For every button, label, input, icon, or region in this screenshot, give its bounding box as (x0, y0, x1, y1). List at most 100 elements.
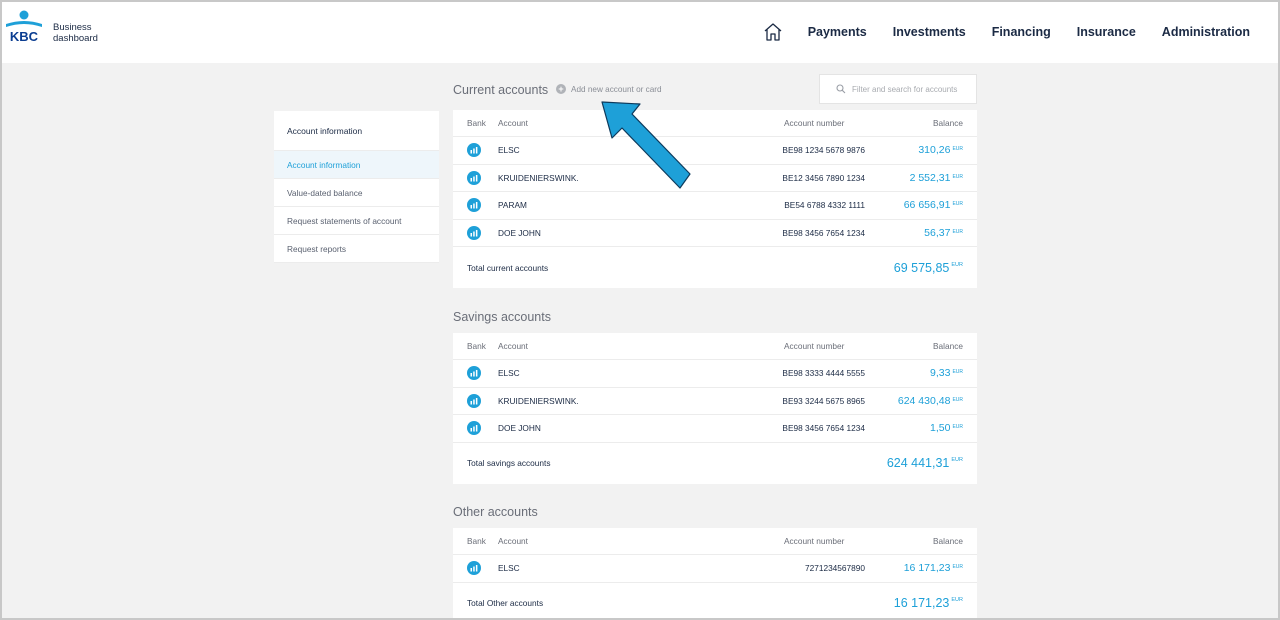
account-name[interactable]: ELSC (498, 145, 520, 155)
account-name[interactable]: DOE JOHN (498, 423, 541, 433)
account-balance[interactable]: 624 430,48 EUR (898, 395, 963, 407)
account-number: BE98 1234 5678 9876 (782, 145, 865, 156)
table-row[interactable]: DOE JOHN BE98 3456 7654 1234 1,50 EUR (453, 415, 977, 443)
other-accounts-table: Bank Account Account number Balance ELSC… (453, 528, 977, 620)
account-number: BE98 3456 7654 1234 (782, 423, 865, 434)
currency-label: EUR (952, 173, 963, 180)
currency-label: EUR (951, 261, 963, 268)
col-bank: Bank (467, 341, 486, 351)
home-icon[interactable] (762, 21, 784, 43)
sidebar-title: Account information (274, 111, 439, 151)
currency-label: EUR (952, 424, 963, 431)
balance-amount: 66 656,91 (903, 199, 951, 212)
total-amount: 69 575,85 (893, 260, 950, 275)
savings-accounts-title: Savings accounts (453, 310, 551, 324)
other-accounts-title: Other accounts (453, 505, 538, 519)
currency-label: EUR (952, 201, 963, 208)
balance-amount: 56,37 (924, 226, 951, 239)
table-header: Bank Account Account number Balance (453, 110, 977, 137)
account-number: BE98 3456 7654 1234 (782, 227, 865, 238)
col-account: Account (498, 536, 528, 546)
total-label: Total Other accounts (467, 598, 544, 608)
nav-insurance[interactable]: Insurance (1077, 25, 1136, 39)
balance-amount: 2 552,31 (909, 171, 951, 184)
account-name[interactable]: ELSC (498, 563, 520, 573)
plus-icon: + (556, 84, 566, 94)
col-bank: Bank (467, 118, 486, 128)
currency-label: EUR (952, 228, 963, 235)
col-balance: Balance (933, 536, 963, 546)
account-number: BE98 3333 4444 5555 (782, 368, 865, 379)
nav-financing[interactable]: Financing (992, 25, 1051, 39)
table-row[interactable]: DOE JOHN BE98 3456 7654 1234 56,37 EUR (453, 220, 977, 247)
total-value: 69 575,85 EUR (894, 261, 963, 275)
account-balance[interactable]: 16 171,23 EUR (904, 562, 963, 574)
total-value: 624 441,31 EUR (887, 456, 963, 470)
balance-amount: 1,50 (930, 422, 951, 435)
table-row[interactable]: ELSC BE98 1234 5678 9876 310,26 EUR (453, 137, 977, 165)
total-value: 16 171,23 EUR (894, 596, 963, 610)
account-balance[interactable]: 56,37 EUR (924, 227, 963, 239)
search-input[interactable] (852, 84, 970, 94)
table-row[interactable]: PARAM BE54 6788 4332 1111 66 656,91 EUR (453, 192, 977, 220)
table-header: Bank Account Account number Balance (453, 333, 977, 360)
col-bank: Bank (467, 536, 486, 546)
add-account-link[interactable]: + Add new account or card (556, 84, 662, 94)
col-account-number: Account number (784, 341, 845, 351)
table-header: Bank Account Account number Balance (453, 528, 977, 555)
nav-investments[interactable]: Investments (893, 25, 966, 39)
total-row: Total Other accounts 16 171,23 EUR (453, 583, 977, 620)
account-sidebar: Account information Account information … (274, 111, 439, 263)
account-balance[interactable]: 66 656,91 EUR (904, 199, 963, 211)
account-name[interactable]: DOE JOHN (498, 228, 541, 238)
account-balance[interactable]: 9,33 EUR (930, 367, 963, 379)
sidebar-item-request-reports[interactable]: Request reports (274, 235, 439, 263)
bank-icon (467, 143, 481, 158)
nav-administration[interactable]: Administration (1162, 25, 1250, 39)
account-name[interactable]: KRUIDENIERSWINK. (498, 396, 579, 406)
bank-icon (467, 198, 481, 213)
col-balance: Balance (933, 341, 963, 351)
bank-icon (467, 225, 481, 240)
account-search[interactable] (819, 74, 977, 104)
table-row[interactable]: ELSC 7271234567890 16 171,23 EUR (453, 555, 977, 583)
total-row: Total current accounts 69 575,85 EUR (453, 247, 977, 288)
search-icon (836, 84, 846, 94)
account-balance[interactable]: 1,50 EUR (930, 422, 963, 434)
bank-icon (467, 366, 481, 381)
currency-label: EUR (951, 457, 963, 463)
account-name[interactable]: PARAM (498, 200, 527, 210)
balance-amount: 624 430,48 (897, 394, 951, 407)
bank-icon (467, 393, 481, 408)
nav-payments[interactable]: Payments (808, 25, 867, 39)
col-account-number: Account number (784, 118, 845, 128)
kbc-logo[interactable]: KBC (4, 10, 44, 44)
total-amount: 16 171,23 (893, 596, 950, 610)
main-nav: Payments Investments Financing Insurance… (762, 21, 1250, 43)
top-header: KBC Business dashboard Payments Investme… (0, 0, 1280, 63)
account-number: BE54 6788 4332 1111 (784, 200, 865, 211)
col-balance: Balance (933, 118, 963, 128)
total-label: Total current accounts (467, 262, 549, 273)
sidebar-item-request-statements[interactable]: Request statements of account (274, 207, 439, 235)
balance-amount: 16 171,23 (903, 562, 951, 575)
currency-label: EUR (951, 597, 963, 603)
brand-subtitle-line2: dashboard (53, 33, 98, 44)
table-row[interactable]: ELSC BE98 3333 4444 5555 9,33 EUR (453, 360, 977, 388)
balance-amount: 310,26 (918, 144, 951, 157)
bank-icon (467, 561, 481, 576)
sidebar-item-account-information[interactable]: Account information (274, 151, 439, 179)
current-accounts-table: Bank Account Account number Balance ELSC… (453, 110, 977, 288)
account-number: 7271234567890 (805, 563, 865, 574)
account-balance[interactable]: 2 552,31 EUR (910, 172, 963, 184)
sidebar-item-value-dated-balance[interactable]: Value-dated balance (274, 179, 439, 207)
col-account: Account (498, 341, 528, 351)
currency-label: EUR (952, 564, 963, 571)
account-name[interactable]: KRUIDENIERSWINK. (498, 173, 579, 183)
account-balance[interactable]: 310,26 EUR (918, 144, 963, 156)
svg-text:KBC: KBC (10, 29, 39, 44)
brand-subtitle-line1: Business (53, 22, 92, 33)
account-name[interactable]: ELSC (498, 368, 520, 378)
table-row[interactable]: KRUIDENIERSWINK. BE93 3244 5675 8965 624… (453, 388, 977, 415)
table-row[interactable]: KRUIDENIERSWINK. BE12 3456 7890 1234 2 5… (453, 165, 977, 192)
